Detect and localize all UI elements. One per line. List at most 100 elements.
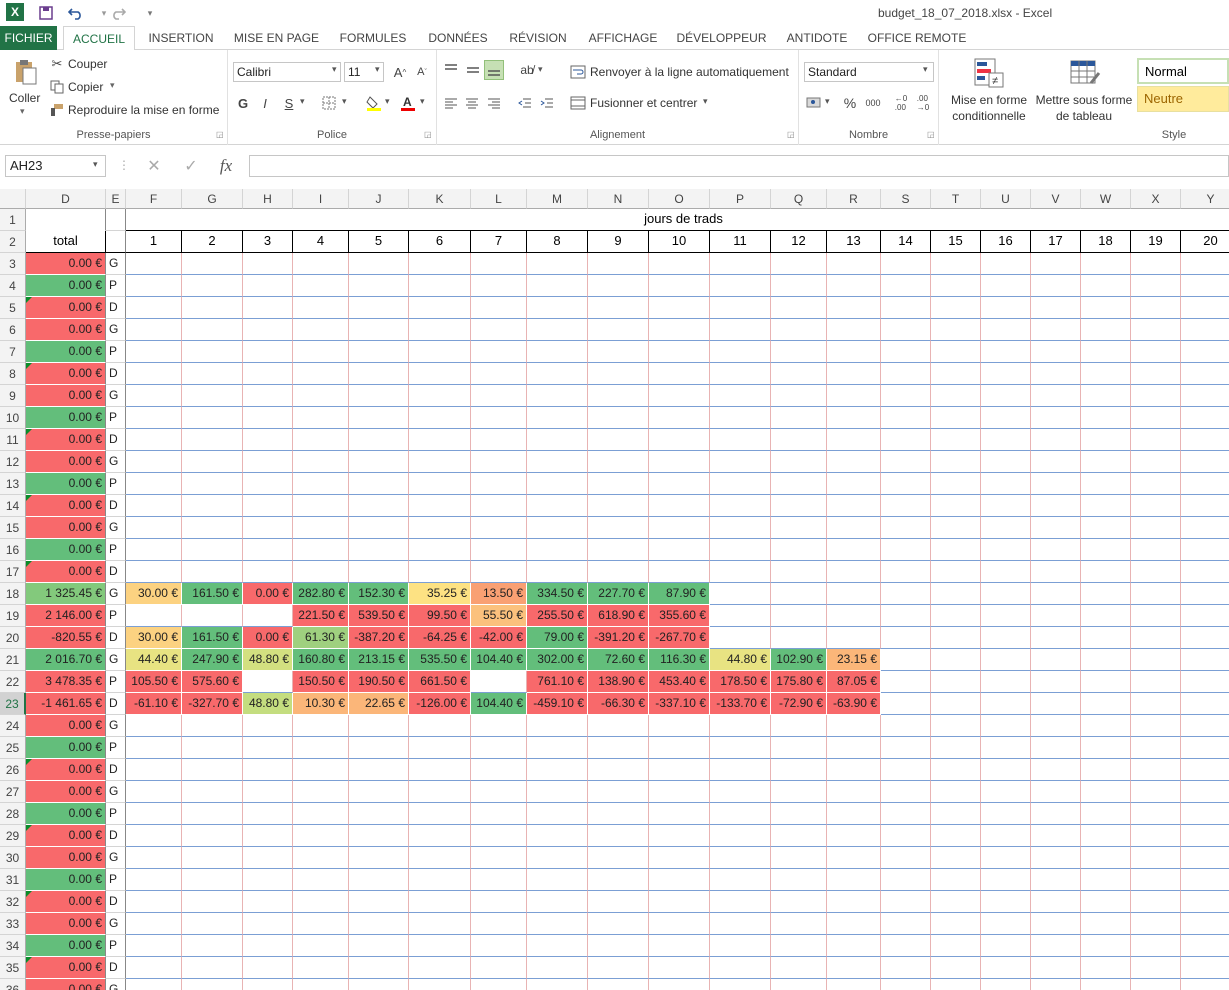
table-cell[interactable] [409, 517, 471, 539]
table-cell[interactable] [771, 737, 827, 759]
table-cell[interactable] [527, 539, 588, 561]
table-cell[interactable] [527, 891, 588, 913]
table-cell[interactable] [1181, 539, 1229, 561]
table-cell[interactable] [349, 781, 409, 803]
table-cell[interactable] [409, 341, 471, 363]
type-cell[interactable]: P [106, 803, 126, 825]
underline-button[interactable]: S [279, 93, 299, 113]
table-cell[interactable] [182, 363, 243, 385]
conditional-formatting-icon[interactable]: ≠ [972, 56, 1006, 90]
table-cell[interactable] [981, 385, 1031, 407]
alignment-launcher-icon[interactable]: ◲ [787, 130, 795, 139]
table-cell[interactable] [881, 341, 931, 363]
table-cell[interactable] [649, 539, 710, 561]
column-header-I[interactable]: I [293, 189, 349, 209]
type-cell[interactable]: P [106, 275, 126, 297]
table-cell[interactable] [1031, 429, 1081, 451]
table-cell[interactable]: 190.50 € [349, 671, 409, 693]
table-cell[interactable] [126, 913, 182, 935]
table-cell[interactable] [1181, 253, 1229, 275]
table-cell[interactable] [349, 319, 409, 341]
table-cell[interactable] [126, 407, 182, 429]
table-cell[interactable] [1181, 759, 1229, 781]
row-header-30[interactable]: 30 [0, 847, 26, 869]
table-cell[interactable] [243, 561, 293, 583]
table-cell[interactable] [182, 451, 243, 473]
table-cell[interactable] [126, 275, 182, 297]
table-cell[interactable] [771, 253, 827, 275]
table-cell[interactable] [182, 495, 243, 517]
table-cell[interactable] [931, 561, 981, 583]
table-cell[interactable] [1131, 869, 1181, 891]
table-cell[interactable] [1031, 847, 1081, 869]
table-cell[interactable] [827, 495, 881, 517]
type-cell[interactable]: G [106, 385, 126, 407]
table-cell[interactable] [349, 407, 409, 429]
table-cell[interactable] [182, 253, 243, 275]
table-cell[interactable] [649, 319, 710, 341]
table-cell[interactable] [771, 781, 827, 803]
table-cell[interactable] [1131, 451, 1181, 473]
table-cell[interactable] [931, 737, 981, 759]
table-cell[interactable] [827, 825, 881, 847]
table-cell[interactable]: 35.25 € [409, 583, 471, 605]
table-cell[interactable] [126, 825, 182, 847]
table-cell[interactable] [126, 473, 182, 495]
table-cell[interactable] [1081, 605, 1131, 627]
table-cell[interactable] [588, 913, 649, 935]
table-cell[interactable] [1181, 561, 1229, 583]
table-cell[interactable] [182, 869, 243, 891]
table-cell[interactable] [1181, 649, 1229, 671]
table-cell[interactable] [931, 935, 981, 957]
table-cell[interactable] [649, 957, 710, 979]
table-cell[interactable] [1181, 385, 1229, 407]
font-name-select[interactable]: Calibri [233, 62, 341, 82]
column-header-X[interactable]: X [1131, 189, 1181, 209]
total-cell[interactable]: 0.00 € [26, 759, 106, 781]
tab-developpeur[interactable]: DÉVELOPPEUR [674, 26, 769, 50]
type-cell[interactable]: G [106, 979, 126, 990]
copy-button[interactable]: Copier [68, 80, 103, 94]
table-cell[interactable] [243, 297, 293, 319]
table-cell[interactable] [293, 275, 349, 297]
table-cell[interactable]: 87.05 € [827, 671, 881, 693]
table-cell[interactable] [1031, 517, 1081, 539]
column-header-R[interactable]: R [827, 189, 881, 209]
table-cell[interactable] [293, 781, 349, 803]
table-cell[interactable] [349, 891, 409, 913]
total-cell[interactable]: 0.00 € [26, 253, 106, 275]
row-header-32[interactable]: 32 [0, 891, 26, 913]
table-cell[interactable] [710, 385, 771, 407]
table-cell[interactable] [243, 473, 293, 495]
table-cell[interactable] [1081, 385, 1131, 407]
table-cell[interactable] [981, 275, 1031, 297]
type-cell[interactable]: P [106, 869, 126, 891]
table-cell[interactable] [881, 561, 931, 583]
table-cell[interactable] [931, 781, 981, 803]
type-cell[interactable]: D [106, 957, 126, 979]
table-cell[interactable] [649, 891, 710, 913]
table-cell[interactable] [1131, 385, 1181, 407]
type-cell[interactable]: G [106, 517, 126, 539]
table-cell[interactable]: 105.50 € [126, 671, 182, 693]
table-cell[interactable] [1131, 935, 1181, 957]
table-cell[interactable] [1081, 715, 1131, 737]
total-cell[interactable]: 0.00 € [26, 517, 106, 539]
table-cell[interactable] [827, 341, 881, 363]
table-cell[interactable] [409, 715, 471, 737]
table-cell[interactable] [1081, 275, 1131, 297]
table-cell[interactable] [1131, 649, 1181, 671]
row-header-4[interactable]: 4 [0, 275, 26, 297]
table-cell[interactable] [881, 693, 931, 715]
table-cell[interactable] [981, 429, 1031, 451]
table-cell[interactable] [1181, 781, 1229, 803]
table-cell[interactable] [409, 913, 471, 935]
redo-icon[interactable] [108, 3, 128, 23]
table-cell[interactable] [881, 847, 931, 869]
table-cell[interactable] [409, 869, 471, 891]
tab-donnees[interactable]: DONNÉES [421, 26, 495, 50]
table-cell[interactable] [931, 539, 981, 561]
table-cell[interactable] [931, 715, 981, 737]
table-cell[interactable] [1031, 495, 1081, 517]
font-color-dropdown-icon[interactable]: ▾ [420, 96, 425, 107]
